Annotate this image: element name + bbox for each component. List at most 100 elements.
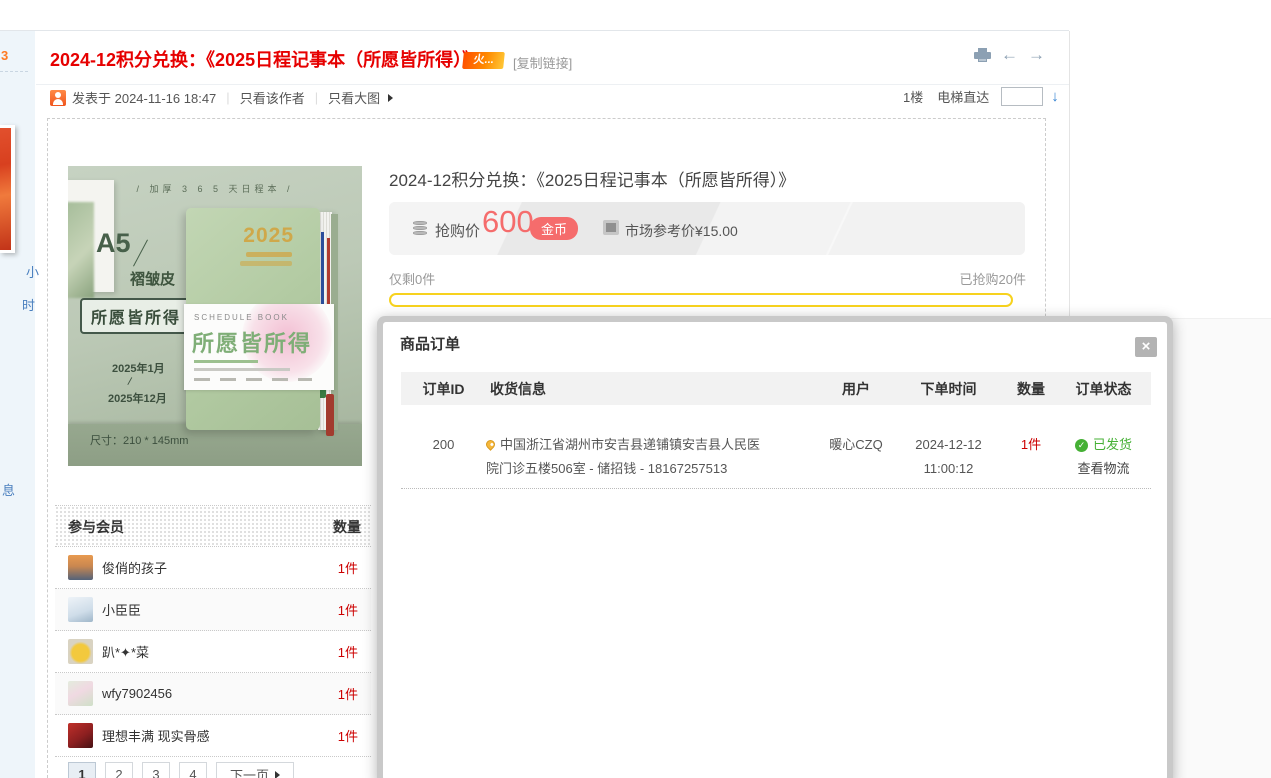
top-divider <box>0 30 1069 31</box>
market-price-label: 市场参考价¥15.00 <box>625 221 738 241</box>
currency-badge: 金币 <box>530 217 578 240</box>
member-avatar[interactable] <box>68 681 93 706</box>
members-col-header: 参与会员 <box>68 506 124 548</box>
order-user: 暖心CZQ <box>821 417 891 481</box>
close-icon[interactable]: × <box>1135 337 1157 357</box>
quantity-col-header: 数量 <box>333 506 361 548</box>
orders-modal: 商品订单 × 订单ID 收货信息 用户 下单时间 数量 订单状态 200 中国浙… <box>377 316 1173 778</box>
next-page-triangle-icon <box>275 771 280 778</box>
product-image[interactable]: / 加厚 3 6 5 天日程本 / A5 褶皱皮 所愿皆所得 2025年1月 /… <box>68 166 362 466</box>
rush-price-value: 600 <box>482 204 534 240</box>
price-banner: 抢购价 600 金币 市场参考价¥15.00 <box>389 202 1025 255</box>
sidebar-thumbnail-image <box>0 125 15 253</box>
hot-badge-icon: 火... <box>462 52 505 69</box>
sidebar-text-fragment: 息 <box>2 480 15 499</box>
stock-remaining: 仅剩0件 <box>389 269 435 288</box>
notebook-label-band: SCHEDULE BOOK 所愿皆所得 <box>184 304 334 390</box>
member-avatar[interactable] <box>68 639 93 664</box>
track-logistics-link[interactable]: 查看物流 <box>1056 457 1151 481</box>
member-qty: 1件 <box>338 684 358 703</box>
photo-date-start: 2025年1月 <box>112 360 165 376</box>
elevator-go-icon[interactable]: ↓ <box>1051 88 1059 105</box>
col-order-time: 下单时间 <box>891 379 1006 399</box>
col-quantity: 数量 <box>1006 379 1056 399</box>
address-line-1: 中国浙江省湖州市安吉县递铺镇安吉县人民医 <box>500 437 760 452</box>
stock-progress-bar <box>389 293 1013 307</box>
page-button-1[interactable]: 1 <box>68 762 96 778</box>
member-qty: 1件 <box>338 642 358 661</box>
notebook-subtitle-bar <box>246 252 292 257</box>
members-table-header: 参与会员 数量 <box>55 505 371 547</box>
page-button-4[interactable]: 4 <box>179 762 207 778</box>
order-row: 200 中国浙江省湖州市安吉县递铺镇安吉县人民医 院门诊五楼506室 - 储招钱… <box>401 417 1151 481</box>
page-button-2[interactable]: 2 <box>105 762 133 778</box>
modal-title: 商品订单 <box>400 333 460 354</box>
member-name[interactable]: wfy7902456 <box>102 686 172 701</box>
elevator-floor-input[interactable] <box>1001 87 1043 106</box>
photo-date-slash: / <box>127 376 133 388</box>
photo-date-end: 2025年12月 <box>108 390 167 406</box>
photo-dimensions: 尺寸：210 * 145mm <box>90 432 188 448</box>
order-qty: 1件 <box>1006 417 1056 481</box>
next-page-button[interactable]: 下一页 <box>216 762 294 778</box>
coins-icon <box>413 221 429 236</box>
orders-table-header: 订单ID 收货信息 用户 下单时间 数量 订单状态 <box>401 372 1151 405</box>
member-name[interactable]: 理想丰满 现实骨感 <box>102 726 210 745</box>
page-button-3[interactable]: 3 <box>142 762 170 778</box>
stock-sold: 已抢购20件 <box>926 269 1026 288</box>
members-table: 参与会员 数量 俊俏的孩子 1件 小臣臣 1件 趴*✦*菜 1件 wfy7902… <box>55 505 371 757</box>
order-address: 中国浙江省湖州市安吉县递铺镇安吉县人民医 院门诊五楼506室 - 储招钱 - 1… <box>486 417 821 481</box>
meta-divider: | <box>226 90 229 105</box>
print-icon[interactable] <box>974 48 991 62</box>
floor-label: 1楼 <box>903 87 923 106</box>
member-row: 趴*✦*菜 1件 <box>55 631 371 673</box>
member-avatar[interactable] <box>68 555 93 580</box>
order-id: 200 <box>401 417 486 481</box>
label-underline <box>194 360 258 363</box>
member-qty: 1件 <box>338 558 358 577</box>
prev-thread-arrow-icon[interactable]: ← <box>1001 48 1018 62</box>
pagination: 1 2 3 4 下一页 <box>68 762 294 778</box>
location-pin-icon <box>484 438 497 451</box>
member-row: 理想丰满 现实骨感 1件 <box>55 715 371 757</box>
check-circle-icon: ✓ <box>1075 439 1088 452</box>
notebook-subtitle-bar <box>240 261 292 266</box>
left-sidebar-fragment: 3 小 时 息 <box>0 31 35 778</box>
order-date: 2024-12-12 <box>891 433 1006 457</box>
meta-divider: | <box>315 90 318 105</box>
photo-top-caption: / 加厚 3 6 5 天日程本 / <box>68 182 362 195</box>
order-row-divider <box>401 488 1151 489</box>
photo-slogan-box: 所愿皆所得 <box>80 298 192 334</box>
member-name[interactable]: 趴*✦*菜 <box>102 642 149 661</box>
member-qty: 1件 <box>338 726 358 745</box>
rush-price-label: 抢购价 <box>435 220 480 241</box>
member-avatar[interactable] <box>68 723 93 748</box>
bookmark-tab-red <box>326 394 334 436</box>
only-author-link[interactable]: 只看该作者 <box>240 88 305 107</box>
elevator-label: 电梯直达 <box>937 87 989 106</box>
member-avatar[interactable] <box>68 597 93 622</box>
sidebar-number-fragment: 3 <box>1 48 8 63</box>
sidebar-dashed-divider <box>0 71 28 72</box>
label-english-title: SCHEDULE BOOK <box>194 313 289 322</box>
order-clock: 11:00:12 <box>891 457 1006 481</box>
next-page-label: 下一页 <box>230 765 269 778</box>
copy-link-button[interactable]: [复制链接] <box>513 53 572 72</box>
sidebar-text-fragment: 小 <box>26 262 39 281</box>
member-name[interactable]: 小臣臣 <box>102 600 141 619</box>
expand-triangle-icon[interactable] <box>388 94 393 102</box>
col-order-id: 订单ID <box>401 379 486 399</box>
only-images-link[interactable]: 只看大图 <box>328 88 380 107</box>
col-shipping-info: 收货信息 <box>486 379 821 399</box>
member-name[interactable]: 俊俏的孩子 <box>102 558 167 577</box>
post-timestamp: 发表于 2024-11-16 18:47 <box>72 88 216 107</box>
notebook-cover: 2025 SCHEDULE BOOK 所愿皆所得 <box>186 208 320 430</box>
col-order-status: 订单状态 <box>1056 379 1151 399</box>
notebook: 2025 SCHEDULE BOOK 所愿皆所得 <box>186 208 338 434</box>
member-row: 俊俏的孩子 1件 <box>55 547 371 589</box>
col-user: 用户 <box>821 379 891 399</box>
label-text-bar <box>194 368 290 371</box>
photo-size-label: A5 <box>96 228 131 259</box>
next-thread-arrow-icon[interactable]: → <box>1028 48 1045 62</box>
order-time: 2024-12-12 11:00:12 <box>891 417 1006 481</box>
